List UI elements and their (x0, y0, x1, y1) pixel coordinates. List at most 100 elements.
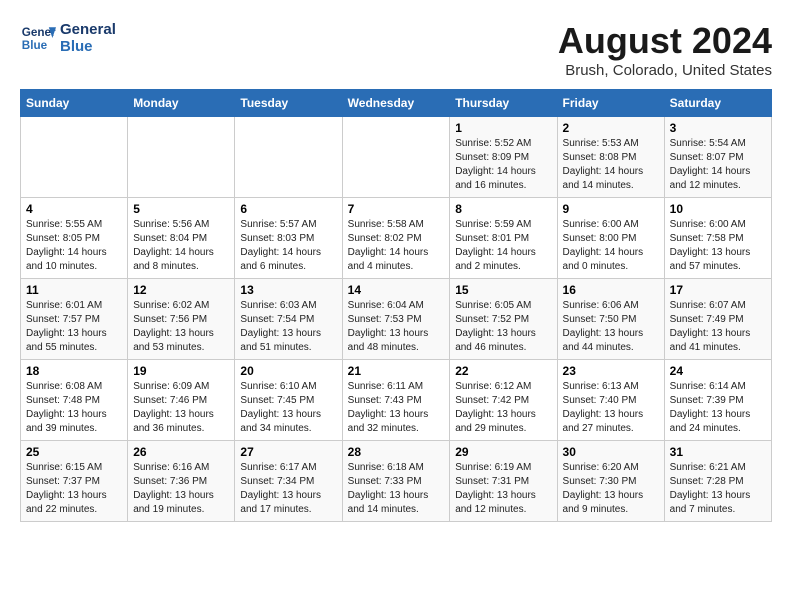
day-number: 18 (26, 364, 122, 378)
calendar-cell: 6Sunrise: 5:57 AM Sunset: 8:03 PM Daylig… (235, 198, 342, 279)
calendar-cell: 2 Sunrise: 5:53 AM Sunset: 8:08 PM Daylig… (557, 117, 664, 198)
day-number: 6 (240, 202, 336, 216)
day-info: Sunrise: 5:56 AM Sunset: 8:04 PM Dayligh… (133, 218, 229, 274)
day-info: Sunrise: 6:19 AM Sunset: 7:31 PM Dayligh… (455, 461, 551, 517)
day-number: 8 (455, 202, 551, 216)
day-number: 21 (348, 364, 445, 378)
day-number: 4 (26, 202, 122, 216)
calendar-cell: 13 Sunrise: 6:03 AM Sunset: 7:54 PM Dayli… (235, 279, 342, 360)
day-number: 23 (563, 364, 659, 378)
day-info: Sunrise: 6:21 AM Sunset: 7:28 PM Dayligh… (670, 461, 766, 517)
header-tuesday: Tuesday (235, 90, 342, 117)
day-info: Sunrise: 6:02 AM Sunset: 7:56 PM Dayligh… (133, 299, 229, 355)
header-wednesday: Wednesday (342, 90, 450, 117)
calendar-cell: 31 Sunrise: 6:21 AM Sunset: 7:28 PM Dayli… (664, 441, 771, 522)
day-number: 12 (133, 283, 229, 297)
calendar-cell: 9Sunrise: 6:00 AM Sunset: 8:00 PM Daylig… (557, 198, 664, 279)
day-number: 26 (133, 445, 229, 459)
day-number: 22 (455, 364, 551, 378)
calendar-cell: 15 Sunrise: 6:05 AM Sunset: 7:52 PM Dayli… (450, 279, 557, 360)
day-number: 25 (26, 445, 122, 459)
day-info: Sunrise: 6:04 AM Sunset: 7:53 PM Dayligh… (348, 299, 445, 355)
header-thursday: Thursday (450, 90, 557, 117)
day-info: Sunrise: 6:18 AM Sunset: 7:33 PM Dayligh… (348, 461, 445, 517)
title-block: August 2024 Brush, Colorado, United Stat… (558, 20, 772, 79)
calendar-cell: 20Sunrise: 6:10 AM Sunset: 7:45 PM Dayli… (235, 360, 342, 441)
day-number: 16 (563, 283, 659, 297)
calendar-cell (235, 117, 342, 198)
day-number: 2 (563, 121, 659, 135)
day-number: 14 (348, 283, 445, 297)
calendar-cell: 3 Sunrise: 5:54 AM Sunset: 8:07 PM Daylig… (664, 117, 771, 198)
calendar-week-3: 11 Sunrise: 6:01 AM Sunset: 7:57 PM Dayli… (21, 279, 772, 360)
calendar-cell: 16Sunrise: 6:06 AM Sunset: 7:50 PM Dayli… (557, 279, 664, 360)
calendar-cell: 7Sunrise: 5:58 AM Sunset: 8:02 PM Daylig… (342, 198, 450, 279)
day-info: Sunrise: 6:14 AM Sunset: 7:39 PM Dayligh… (670, 380, 766, 436)
day-info: Sunrise: 6:07 AM Sunset: 7:49 PM Dayligh… (670, 299, 766, 355)
day-number: 24 (670, 364, 766, 378)
day-number: 11 (26, 283, 122, 297)
day-info: Sunrise: 6:09 AM Sunset: 7:46 PM Dayligh… (133, 380, 229, 436)
day-number: 31 (670, 445, 766, 459)
header-monday: Monday (128, 90, 235, 117)
day-number: 19 (133, 364, 229, 378)
day-info: Sunrise: 6:17 AM Sunset: 7:34 PM Dayligh… (240, 461, 336, 517)
subtitle: Brush, Colorado, United States (558, 62, 772, 79)
day-number: 3 (670, 121, 766, 135)
day-number: 30 (563, 445, 659, 459)
calendar-table: SundayMondayTuesdayWednesdayThursdayFrid… (20, 89, 772, 522)
day-info: Sunrise: 5:53 AM Sunset: 8:08 PM Dayligh… (563, 137, 659, 193)
logo-line1: General (60, 21, 116, 38)
day-info: Sunrise: 5:55 AM Sunset: 8:05 PM Dayligh… (26, 218, 122, 274)
day-info: Sunrise: 5:52 AM Sunset: 8:09 PM Dayligh… (455, 137, 551, 193)
day-info: Sunrise: 6:01 AM Sunset: 7:57 PM Dayligh… (26, 299, 122, 355)
day-info: Sunrise: 6:10 AM Sunset: 7:45 PM Dayligh… (240, 380, 336, 436)
calendar-cell: 18 Sunrise: 6:08 AM Sunset: 7:48 PM Dayli… (21, 360, 128, 441)
calendar-cell (342, 117, 450, 198)
calendar-cell: 12 Sunrise: 6:02 AM Sunset: 7:56 PM Dayli… (128, 279, 235, 360)
calendar-cell: 23Sunrise: 6:13 AM Sunset: 7:40 PM Dayli… (557, 360, 664, 441)
calendar-cell: 14 Sunrise: 6:04 AM Sunset: 7:53 PM Dayli… (342, 279, 450, 360)
calendar-cell: 11 Sunrise: 6:01 AM Sunset: 7:57 PM Dayli… (21, 279, 128, 360)
day-info: Sunrise: 5:59 AM Sunset: 8:01 PM Dayligh… (455, 218, 551, 274)
day-info: Sunrise: 6:00 AM Sunset: 7:58 PM Dayligh… (670, 218, 766, 274)
logo-line2: Blue (60, 38, 116, 55)
calendar-header-row: SundayMondayTuesdayWednesdayThursdayFrid… (21, 90, 772, 117)
calendar-cell: 17 Sunrise: 6:07 AM Sunset: 7:49 PM Dayli… (664, 279, 771, 360)
day-info: Sunrise: 6:05 AM Sunset: 7:52 PM Dayligh… (455, 299, 551, 355)
header-saturday: Saturday (664, 90, 771, 117)
calendar-cell: 26Sunrise: 6:16 AM Sunset: 7:36 PM Dayli… (128, 441, 235, 522)
calendar-cell: 27 Sunrise: 6:17 AM Sunset: 7:34 PM Dayli… (235, 441, 342, 522)
day-info: Sunrise: 6:12 AM Sunset: 7:42 PM Dayligh… (455, 380, 551, 436)
calendar-cell: 30 Sunrise: 6:20 AM Sunset: 7:30 PM Dayli… (557, 441, 664, 522)
header-friday: Friday (557, 90, 664, 117)
calendar-cell: 10Sunrise: 6:00 AM Sunset: 7:58 PM Dayli… (664, 198, 771, 279)
day-number: 1 (455, 121, 551, 135)
day-number: 15 (455, 283, 551, 297)
calendar-cell: 5 Sunrise: 5:56 AM Sunset: 8:04 PM Daylig… (128, 198, 235, 279)
main-title: August 2024 (558, 20, 772, 62)
day-info: Sunrise: 6:00 AM Sunset: 8:00 PM Dayligh… (563, 218, 659, 274)
day-number: 29 (455, 445, 551, 459)
calendar-cell: 8 Sunrise: 5:59 AM Sunset: 8:01 PM Daylig… (450, 198, 557, 279)
calendar-cell: 22 Sunrise: 6:12 AM Sunset: 7:42 PM Dayli… (450, 360, 557, 441)
day-number: 17 (670, 283, 766, 297)
calendar-cell (128, 117, 235, 198)
day-info: Sunrise: 6:15 AM Sunset: 7:37 PM Dayligh… (26, 461, 122, 517)
day-number: 27 (240, 445, 336, 459)
header-sunday: Sunday (21, 90, 128, 117)
day-info: Sunrise: 6:08 AM Sunset: 7:48 PM Dayligh… (26, 380, 122, 436)
day-info: Sunrise: 6:03 AM Sunset: 7:54 PM Dayligh… (240, 299, 336, 355)
calendar-cell: 21 Sunrise: 6:11 AM Sunset: 7:43 PM Dayli… (342, 360, 450, 441)
day-number: 28 (348, 445, 445, 459)
day-info: Sunrise: 6:20 AM Sunset: 7:30 PM Dayligh… (563, 461, 659, 517)
calendar-cell: 4 Sunrise: 5:55 AM Sunset: 8:05 PM Daylig… (21, 198, 128, 279)
day-info: Sunrise: 5:58 AM Sunset: 8:02 PM Dayligh… (348, 218, 445, 274)
day-number: 13 (240, 283, 336, 297)
calendar-cell: 1 Sunrise: 5:52 AM Sunset: 8:09 PM Daylig… (450, 117, 557, 198)
day-number: 5 (133, 202, 229, 216)
logo: General Blue General Blue (20, 20, 116, 56)
day-info: Sunrise: 6:11 AM Sunset: 7:43 PM Dayligh… (348, 380, 445, 436)
day-info: Sunrise: 5:54 AM Sunset: 8:07 PM Dayligh… (670, 137, 766, 193)
calendar-cell: 25 Sunrise: 6:15 AM Sunset: 7:37 PM Dayli… (21, 441, 128, 522)
